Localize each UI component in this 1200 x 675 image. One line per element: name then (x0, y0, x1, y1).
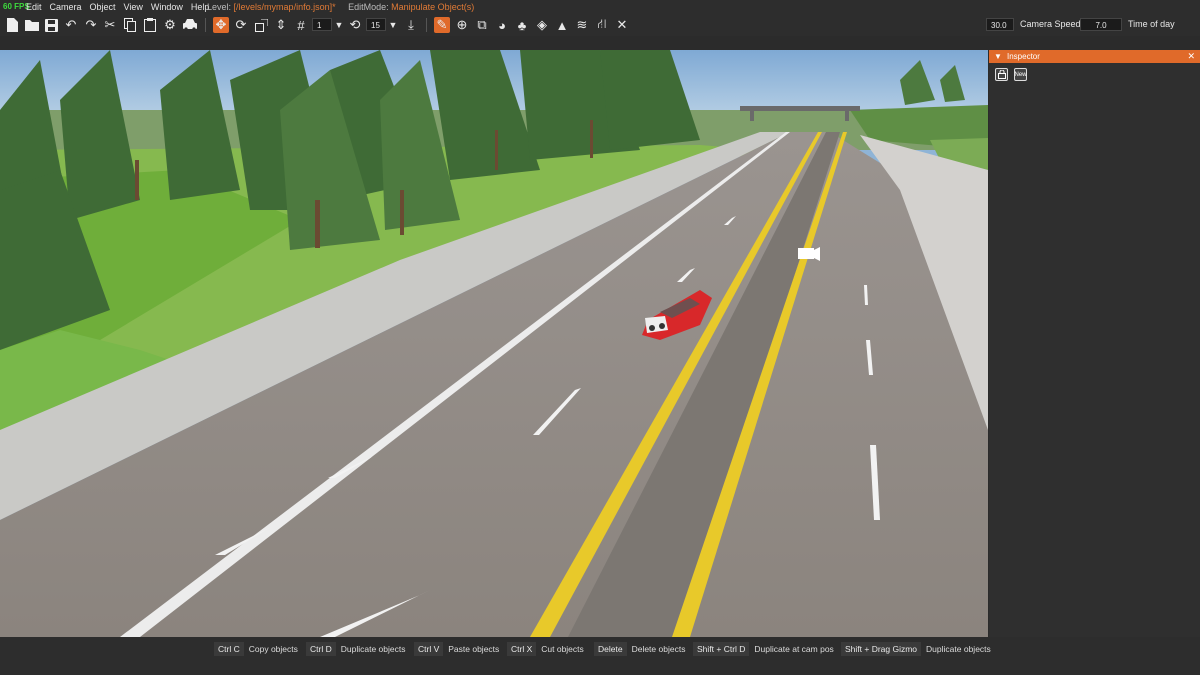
add-object-icon[interactable]: ⊕ (454, 17, 470, 33)
river-editor-icon[interactable]: ≋ (574, 17, 590, 33)
shortcut-key: Ctrl C (214, 642, 244, 656)
undo-icon[interactable]: ↶ (63, 17, 79, 33)
shortcut-copy: Ctrl C Copy objects (214, 642, 298, 656)
collapse-triangle-icon[interactable]: ▼ (994, 50, 1002, 63)
scale-gizmo-icon[interactable] (253, 17, 269, 33)
world-local-toggle-icon[interactable]: ⇕ (273, 17, 289, 33)
scene-viewport[interactable] (0, 50, 988, 637)
rotate-snap-icon[interactable]: ⟲ (347, 17, 363, 33)
editmode-label: EditMode: (348, 2, 389, 12)
terrain-editor-icon[interactable]: ▲ (554, 17, 570, 33)
toolbar-separator (205, 18, 206, 32)
shortcut-key: Ctrl V (414, 642, 444, 656)
menu-bar: 60 FPS Edit Camera Object View Window He… (0, 0, 1200, 14)
inspector-header: ▼ Inspector ✕ (989, 50, 1200, 63)
shortcut-duplicate: Ctrl D Duplicate objects (306, 642, 405, 656)
rotate-snap-dropdown-icon[interactable]: ▼ (385, 17, 401, 33)
shortcut-desc: Duplicate objects (926, 644, 991, 654)
decal-editor-icon[interactable]: ⧉ (474, 17, 490, 33)
level-path: [/levels/mymap/info.json]* (233, 2, 336, 12)
camera-speed-label: Camera Speed (1020, 19, 1081, 29)
inspector-toolbar: New (995, 68, 1027, 81)
lock-icon[interactable] (995, 68, 1008, 81)
menu-view[interactable]: View (124, 0, 143, 14)
shortcut-key: Shift + Ctrl D (693, 642, 750, 656)
shortcut-key: Ctrl D (306, 642, 336, 656)
toolbar: ↶ ↷ ✂ ⚙ ✥ ⟳ ⇕ # 1 ▼ ⟲ 15 ▼ ⤓ ✎ ⊕ ⧉ ◕ ♣ ◈… (0, 14, 1200, 36)
shortcut-desc: Cut objects (541, 644, 584, 654)
shortcut-desc: Paste objects (448, 644, 500, 654)
time-of-day-label: Time of day (1128, 19, 1175, 29)
shortcut-duplicate-cam: Shift + Ctrl D Duplicate at cam pos (693, 642, 834, 656)
menu-edit[interactable]: Edit (26, 0, 42, 14)
vehicle-icon[interactable] (182, 17, 198, 33)
inspector-panel: ▼ Inspector ✕ New (989, 50, 1200, 637)
shortcut-paste: Ctrl V Paste objects (414, 642, 499, 656)
open-folder-icon[interactable] (24, 17, 40, 33)
navigation-editor-icon[interactable]: ✕ (614, 17, 630, 33)
shortcut-desc: Copy objects (248, 644, 298, 654)
toolbar-separator (426, 18, 427, 32)
terrain-painter-icon[interactable]: ◕ (494, 17, 510, 33)
save-icon[interactable] (43, 17, 59, 33)
level-label: Level: (207, 2, 232, 12)
settings-gear-icon[interactable]: ⚙ (162, 17, 178, 33)
menu-object[interactable]: Object (90, 0, 116, 14)
shortcut-drag-gizmo: Shift + Drag Gizmo Duplicate objects (841, 642, 991, 656)
camera-speed-field[interactable]: 30.0 (986, 18, 1014, 31)
menu-list: Edit Camera Object View Window Help (26, 0, 209, 14)
new-button[interactable]: New (1014, 68, 1027, 81)
scene-render[interactable] (0, 50, 988, 637)
menu-window[interactable]: Window (151, 0, 183, 14)
shortcut-desc: Duplicate at cam pos (754, 644, 834, 654)
cut-icon[interactable]: ✂ (102, 17, 118, 33)
shortcut-delete: Delete Delete objects (594, 642, 685, 656)
shortcut-key: Delete (594, 642, 627, 656)
copy-icon[interactable] (122, 17, 138, 33)
paste-icon[interactable] (142, 17, 158, 33)
inspector-title: Inspector (1007, 52, 1040, 61)
rotate-gizmo-icon[interactable]: ⟳ (233, 17, 249, 33)
redo-icon[interactable]: ↷ (83, 17, 99, 33)
camera-object-icon[interactable] (798, 247, 820, 261)
shortcut-cut: Ctrl X Cut objects (507, 642, 584, 656)
menu-camera[interactable]: Camera (50, 0, 82, 14)
grid-snap-icon[interactable]: # (293, 17, 309, 33)
mesh-road-icon[interactable]: ◈ (534, 17, 550, 33)
shortcut-key: Ctrl X (507, 642, 537, 656)
drop-to-ground-icon[interactable]: ⤓ (403, 17, 419, 33)
shortcut-bar: Ctrl C Copy objects Ctrl D Duplicate obj… (0, 637, 1200, 675)
shortcut-key: Shift + Drag Gizmo (841, 642, 922, 656)
snap-dropdown-icon[interactable]: ▼ (331, 17, 347, 33)
shortcut-desc: Delete objects (631, 644, 686, 654)
object-editor-icon[interactable]: ✎ (434, 17, 450, 33)
rotate-snap-value-field[interactable]: 15 (366, 18, 386, 31)
shortcut-desc: Duplicate objects (340, 644, 406, 654)
new-file-icon[interactable] (4, 17, 20, 33)
snap-value-field[interactable]: 1 (312, 18, 332, 31)
editmode-value: Manipulate Object(s) (391, 2, 475, 12)
translate-gizmo-icon[interactable]: ✥ (213, 17, 229, 33)
forest-editor-icon[interactable]: ♣ (514, 17, 530, 33)
level-info: Level: [/levels/mymap/info.json]* EditMo… (207, 0, 474, 14)
time-of-day-field[interactable]: 7.0 (1080, 18, 1122, 31)
close-icon[interactable]: ✕ (1187, 50, 1195, 63)
road-editor-icon[interactable]: ⛙ (594, 16, 610, 33)
